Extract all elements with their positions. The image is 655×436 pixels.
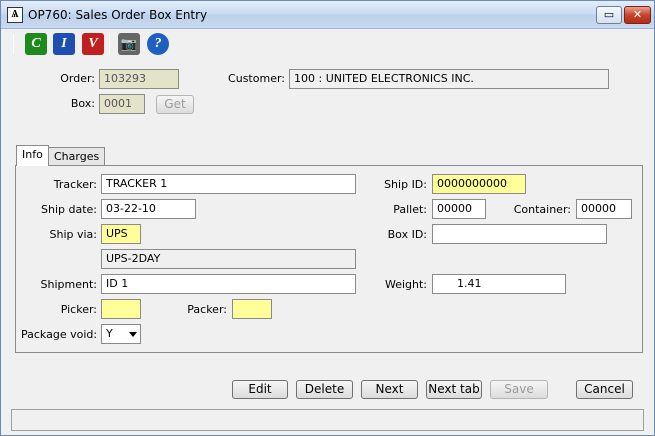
weight-label: Weight: (384, 278, 427, 291)
help-icon[interactable]: ? (147, 33, 169, 55)
ship-date-label: Ship date: (41, 203, 97, 216)
delete-button[interactable]: Delete (296, 380, 353, 399)
container-field[interactable]: 00000 (576, 199, 632, 219)
i-icon[interactable]: I (53, 33, 75, 55)
packer-label: Packer: (187, 303, 227, 316)
shipment-label: Shipment: (40, 278, 97, 291)
picker-field[interactable] (101, 299, 141, 319)
ship-id-label: Ship ID: (384, 178, 427, 191)
chevron-down-icon (129, 332, 137, 337)
app-window: Ѧ OP760: Sales Order Box Entry ▭ ✕ C I V… (0, 0, 655, 436)
tracker-field[interactable]: TRACKER 1 (101, 174, 356, 194)
packer-field[interactable] (232, 299, 272, 319)
v-icon[interactable]: V (82, 33, 104, 55)
close-button[interactable]: ✕ (624, 6, 651, 24)
next-button[interactable]: Next (361, 380, 418, 399)
ship-date-field[interactable]: 03-22-10 (101, 199, 196, 219)
camera-icon[interactable]: 📷 (118, 33, 140, 55)
ship-via-field[interactable]: UPS (101, 224, 141, 244)
weight-field[interactable]: 1.41 (432, 274, 566, 294)
box-id-field[interactable] (432, 224, 607, 244)
toolbar-separator (13, 34, 14, 54)
status-bar (11, 409, 644, 431)
ship-id-field[interactable]: 0000000000 (432, 174, 526, 194)
restore-button[interactable]: ▭ (596, 6, 622, 24)
cancel-button[interactable]: Cancel (576, 380, 633, 399)
tab-charges[interactable]: Charges (48, 147, 106, 166)
customer-label: Customer: (228, 72, 285, 85)
package-void-label: Package void: (21, 328, 98, 341)
box-id-label: Box ID: (387, 228, 427, 241)
window-title: OP760: Sales Order Box Entry (28, 8, 208, 22)
package-void-dropdown[interactable]: Y (101, 324, 141, 344)
tab-info[interactable]: Info (16, 145, 49, 166)
tracker-label: Tracker: (53, 178, 97, 191)
toolbar: C I V 📷 ? (1, 30, 654, 58)
container-label: Container: (513, 203, 571, 216)
ship-via-description: UPS-2DAY (101, 249, 356, 269)
pallet-field[interactable]: 00000 (432, 199, 486, 219)
shipment-field[interactable]: ID 1 (101, 274, 356, 294)
edit-button[interactable]: Edit (232, 380, 288, 399)
box-field[interactable]: 0001 (99, 94, 145, 114)
c-icon[interactable]: C (25, 33, 47, 55)
customer-field[interactable]: 100 : UNITED ELECTRONICS INC. (289, 69, 609, 89)
package-void-value: Y (106, 327, 113, 340)
picker-label: Picker: (60, 303, 97, 316)
pallet-label: Pallet: (393, 203, 427, 216)
order-field[interactable]: 103293 (99, 69, 179, 89)
next-tab-button[interactable]: Next tab (426, 380, 482, 399)
app-logo-icon: Ѧ (7, 7, 23, 23)
title-bar: Ѧ OP760: Sales Order Box Entry ▭ ✕ (1, 1, 654, 29)
ship-via-label: Ship via: (49, 228, 97, 241)
toolbar-separator (109, 34, 110, 54)
order-label: Order: (60, 72, 95, 85)
save-button[interactable]: Save (490, 380, 548, 399)
get-button[interactable]: Get (156, 95, 194, 114)
box-label: Box: (70, 97, 95, 110)
